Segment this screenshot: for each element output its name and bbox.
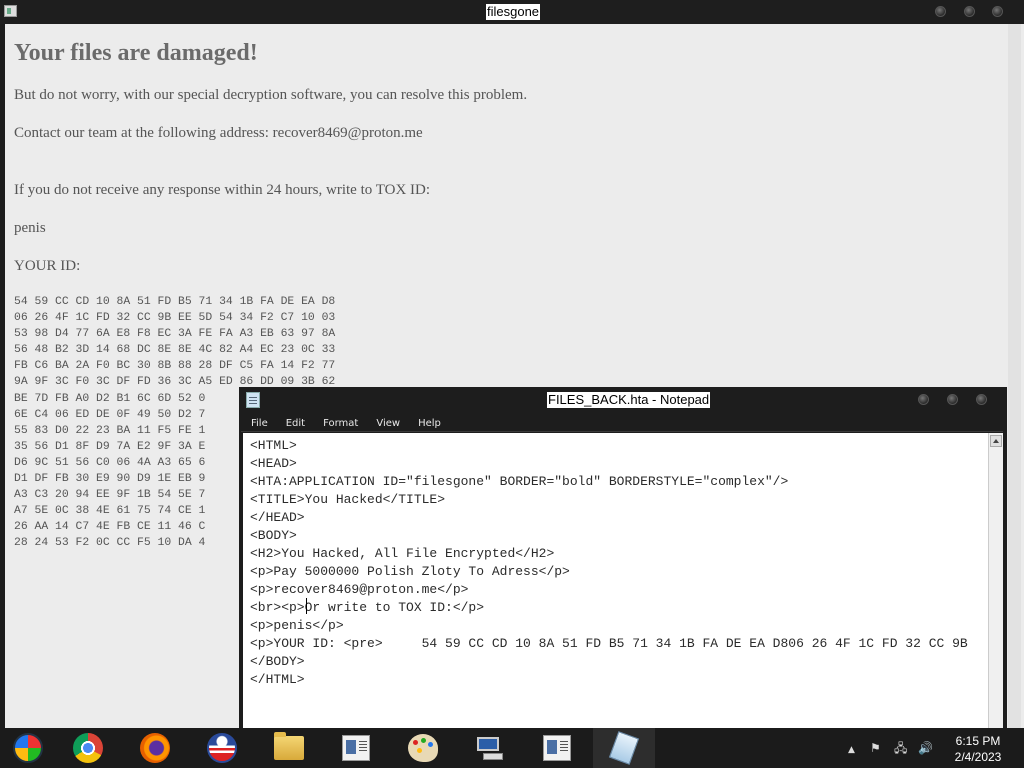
windows-logo-icon (13, 733, 43, 763)
text-caret (306, 598, 307, 614)
chrome-icon (73, 733, 103, 763)
taskbar-firefox[interactable] (124, 728, 186, 768)
menu-edit[interactable]: Edit (276, 415, 313, 433)
volume-icon[interactable]: 🔊 (918, 741, 933, 755)
taskbar: ▲ ⚑ 🖧 🔊 6:15 PM 2/4/2023 (0, 728, 1024, 768)
tox-instruction-text: If you do not receive any response withi… (14, 182, 431, 198)
notepad-minimize-button[interactable] (918, 394, 929, 405)
scroll-up-arrow-icon[interactable] (990, 435, 1002, 447)
app-window-icon (4, 5, 17, 17)
taskbar-document-1[interactable] (325, 728, 387, 768)
taskbar-obama-app[interactable] (191, 728, 253, 768)
taskbar-paint[interactable] (392, 728, 454, 768)
taskbar-chrome[interactable] (57, 728, 119, 768)
taskbar-file-explorer[interactable] (258, 728, 320, 768)
hta-scrollbar-track[interactable] (1008, 24, 1021, 728)
notepad-menubar: File Edit Format View Help (241, 413, 1003, 432)
notepad-window: FILES_BACK.hta - Notepad File Edit Format V… (239, 387, 1007, 728)
network-icon[interactable]: 🖧 (894, 741, 907, 755)
menu-view[interactable]: View (366, 415, 408, 433)
maximize-button[interactable] (964, 6, 975, 17)
notepad-icon (246, 392, 260, 408)
minimize-button[interactable] (935, 6, 946, 17)
hta-titlebar[interactable]: filesgone (0, 0, 1024, 24)
hta-window-title: filesgone (486, 4, 541, 20)
system-clock[interactable]: 6:15 PM 2/4/2023 (944, 733, 1012, 765)
firefox-icon (140, 733, 170, 763)
contact-address-text: Contact our team at the following addres… (14, 125, 423, 141)
menu-help[interactable]: Help (408, 415, 449, 433)
clock-date: 2/4/2023 (954, 750, 1002, 764)
your-id-label: YOUR ID: (14, 258, 81, 274)
notepad-title: FILES_BACK.hta - Notepad (547, 392, 711, 408)
notepad-text-area[interactable]: <HTML> <HEAD> <HTA:APPLICATION ID="files… (243, 433, 988, 728)
start-button[interactable] (0, 728, 56, 768)
show-hidden-icons-chevron-icon[interactable]: ▲ (848, 743, 855, 757)
clock-time: 6:15 PM (955, 734, 1001, 748)
hta-scrollbar[interactable] (1005, 24, 1024, 728)
taskbar-network[interactable] (459, 728, 521, 768)
ransom-reassurance-text: But do not worry, with our special decry… (14, 87, 528, 103)
menu-file[interactable]: File (241, 415, 276, 433)
ransom-heading: Your files are damaged! (14, 40, 258, 66)
document-icon (342, 735, 370, 761)
action-center-flag-icon[interactable]: ⚑ (870, 741, 881, 755)
taskbar-document-2[interactable] (526, 728, 588, 768)
paint-palette-icon (408, 734, 438, 762)
notepad-close-button[interactable] (976, 394, 987, 405)
taskbar-notepad[interactable] (593, 728, 655, 768)
close-button[interactable] (992, 6, 1003, 17)
menu-format[interactable]: Format (313, 415, 366, 433)
notepad-titlebar[interactable]: FILES_BACK.hta - Notepad (239, 387, 1007, 413)
tox-id-text: penis (14, 220, 46, 236)
notepad-icon (608, 731, 640, 765)
notepad-vertical-scrollbar[interactable] (988, 433, 1003, 728)
network-computer-icon (475, 735, 505, 761)
folder-icon (274, 732, 304, 760)
document-icon (543, 735, 571, 761)
obama-logo-icon (207, 733, 237, 763)
notepad-document-text[interactable]: <HTML> <HEAD> <HTA:APPLICATION ID="files… (250, 437, 968, 689)
notepad-maximize-button[interactable] (947, 394, 958, 405)
